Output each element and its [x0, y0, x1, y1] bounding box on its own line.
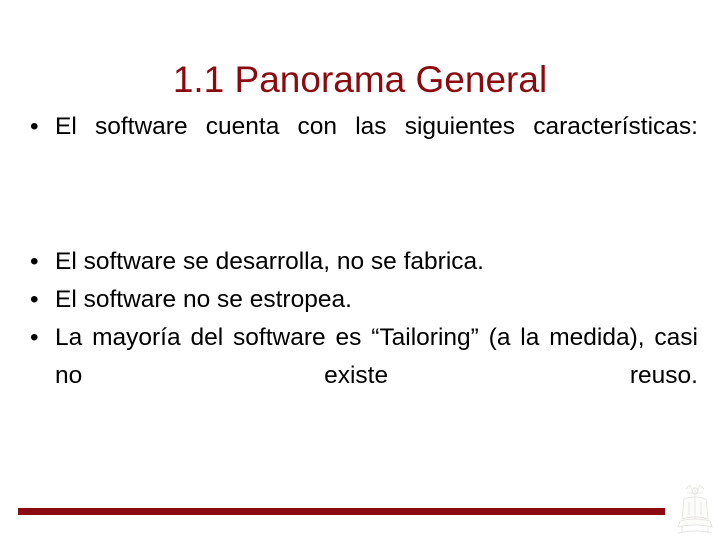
bullet-group-characteristics: • El software se desarrolla, no se fabri… — [22, 243, 698, 433]
list-item: • El software cuenta con las siguientes … — [22, 108, 698, 184]
list-item: • El software se desarrolla, no se fabri… — [22, 243, 698, 281]
list-item-text: El software no se estropea. — [55, 286, 352, 313]
bullet-marker-icon: • — [30, 324, 39, 351]
list-item-text: El software se desarrolla, no se fabrica… — [55, 248, 484, 275]
list-item: • El software no se estropea. — [22, 281, 698, 319]
bullet-marker-icon: • — [30, 286, 39, 313]
slide-body: • El software cuenta con las siguientes … — [22, 108, 698, 433]
bullet-marker-icon: • — [30, 248, 39, 275]
list-item: • La mayoría del software es “Tailoring”… — [22, 319, 698, 433]
page-title: 1.1 Panorama General — [172, 58, 548, 100]
university-crest-icon — [677, 484, 713, 534]
bullet-marker-icon: • — [30, 113, 39, 140]
list-item-text: La mayoría del software es “Tailoring” (… — [55, 324, 698, 389]
bullet-group-intro: • El software cuenta con las siguientes … — [22, 108, 698, 184]
footer-divider-rule — [18, 508, 665, 515]
slide: 1.1 Panorama General • El software cuent… — [0, 0, 720, 540]
list-item-text: El software cuenta con las siguientes ca… — [55, 113, 698, 140]
